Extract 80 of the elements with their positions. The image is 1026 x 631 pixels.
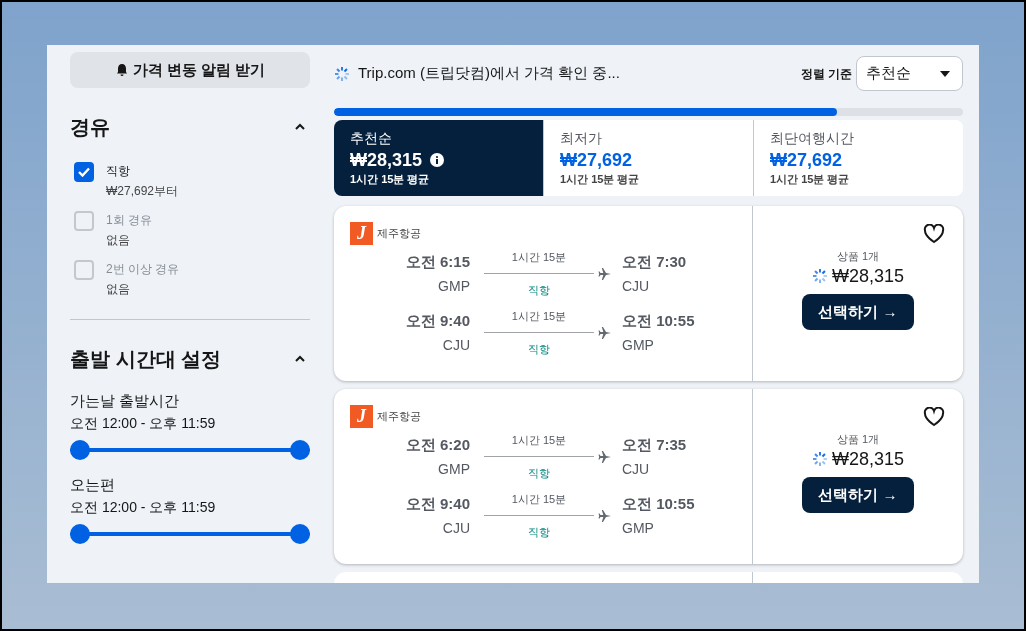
range-label: 가는날 출발시간 — [70, 391, 181, 411]
loading-icon — [811, 451, 828, 467]
option-label: 2번 이상 경유 — [106, 261, 180, 277]
airport-code: CJU — [622, 276, 650, 296]
tab-price: ₩27,692 — [560, 149, 633, 172]
section-title: 경유 — [70, 115, 110, 140]
sort-dropdown[interactable]: 추천순 — [856, 56, 963, 91]
slider-handle[interactable] — [70, 524, 90, 544]
arrival-time: 오전 10:55 — [622, 493, 695, 514]
airport-code: GMP — [622, 335, 654, 355]
airport-code: CJU — [622, 459, 650, 479]
sort-label: 정렬 기준 — [800, 65, 852, 83]
airline-logo: J — [350, 405, 373, 428]
plane-icon — [598, 449, 612, 464]
airline-name: 제주항공 — [377, 226, 421, 242]
bell-icon — [114, 63, 129, 77]
loading-icon — [811, 268, 828, 284]
airport-code: CJU — [442, 335, 470, 355]
departure-time: 오전 6:15 — [405, 251, 470, 272]
tab-title: 최저가 — [560, 129, 603, 148]
price-alert-button[interactable]: 가격 변동 알림 받기 — [70, 52, 310, 88]
arrival-time: 오전 7:30 — [622, 251, 687, 272]
stops-label: 직항 — [528, 525, 550, 540]
range-value: 오전 12:00 - 오후 11:59 — [70, 414, 217, 433]
favorite-heart-icon[interactable] — [923, 224, 945, 244]
airport-code: CJU — [442, 518, 470, 538]
tab-title: 최단여행시간 — [770, 129, 855, 148]
slider-handle[interactable] — [290, 524, 310, 544]
status-text: Trip.com (트립닷컴)에서 가격 확인 중... — [358, 63, 620, 84]
airport-code: GMP — [438, 276, 470, 296]
tab-note: 1시간 15분 평균 — [350, 172, 431, 186]
arrival-time: 오전 10:55 — [622, 310, 695, 331]
stops-label: 직항 — [528, 283, 550, 298]
tab-price: ₩28,315 — [350, 149, 423, 172]
plane-icon — [598, 325, 612, 340]
airport-code: GMP — [622, 518, 654, 538]
select-button[interactable]: 선택하기 → — [802, 294, 914, 330]
select-button[interactable]: 선택하기 → — [802, 477, 914, 513]
stops-label: 직항 — [528, 342, 550, 357]
offer-count: 상품 1개 — [836, 249, 880, 264]
range-slider[interactable] — [70, 440, 310, 460]
plane-icon — [598, 266, 612, 281]
tab-note: 1시간 15분 평균 — [770, 172, 851, 186]
airline-logo: J — [350, 222, 373, 245]
airline-name: 제주항공 — [377, 409, 421, 425]
option-note: ₩27,692부터 — [106, 183, 179, 199]
stops-label: 직항 — [528, 466, 550, 481]
offer-count: 상품 1개 — [836, 432, 880, 447]
airport-code: GMP — [438, 459, 470, 479]
range-slider[interactable] — [70, 524, 310, 544]
check-icon — [78, 167, 90, 177]
sort-tab[interactable]: 추천순 ₩28,315 1시간 15분 평균 — [334, 120, 543, 196]
flight-duration: 1시간 15분 — [511, 309, 567, 324]
plane-icon — [598, 508, 612, 523]
flight-price: ₩28,315 — [831, 265, 904, 288]
tab-title: 추천순 — [350, 129, 393, 148]
departure-time: 오전 9:40 — [405, 310, 470, 331]
flight-duration: 1시간 15분 — [511, 433, 567, 448]
option-note: 없음 — [106, 281, 131, 297]
tab-price: ₩27,692 — [770, 149, 843, 172]
departure-time: 오전 9:40 — [405, 493, 470, 514]
slider-handle[interactable] — [70, 440, 90, 460]
checkbox[interactable] — [74, 162, 94, 182]
flight-duration: 1시간 15분 — [511, 250, 567, 265]
flight-price: ₩28,315 — [831, 448, 904, 471]
arrival-time: 오전 7:35 — [622, 434, 687, 455]
departure-time: 오전 6:20 — [405, 434, 470, 455]
caret-icon — [940, 70, 950, 77]
option-label: 1회 경유 — [106, 212, 152, 228]
option-label: 직항 — [106, 163, 131, 179]
sort-tab[interactable]: 최단여행시간 ₩27,692 1시간 15분 평균 — [753, 120, 963, 196]
range-value: 오전 12:00 - 오후 11:59 — [70, 498, 217, 517]
slider-handle[interactable] — [290, 440, 310, 460]
range-label: 오는편 — [70, 475, 116, 495]
option-note: 없음 — [106, 232, 131, 248]
loading-icon — [334, 65, 350, 82]
favorite-heart-icon[interactable] — [923, 407, 945, 427]
flight-duration: 1시간 15분 — [511, 492, 567, 507]
section-title: 출발 시간대 설정 — [70, 347, 222, 372]
tab-note: 1시간 15분 평균 — [560, 172, 641, 186]
